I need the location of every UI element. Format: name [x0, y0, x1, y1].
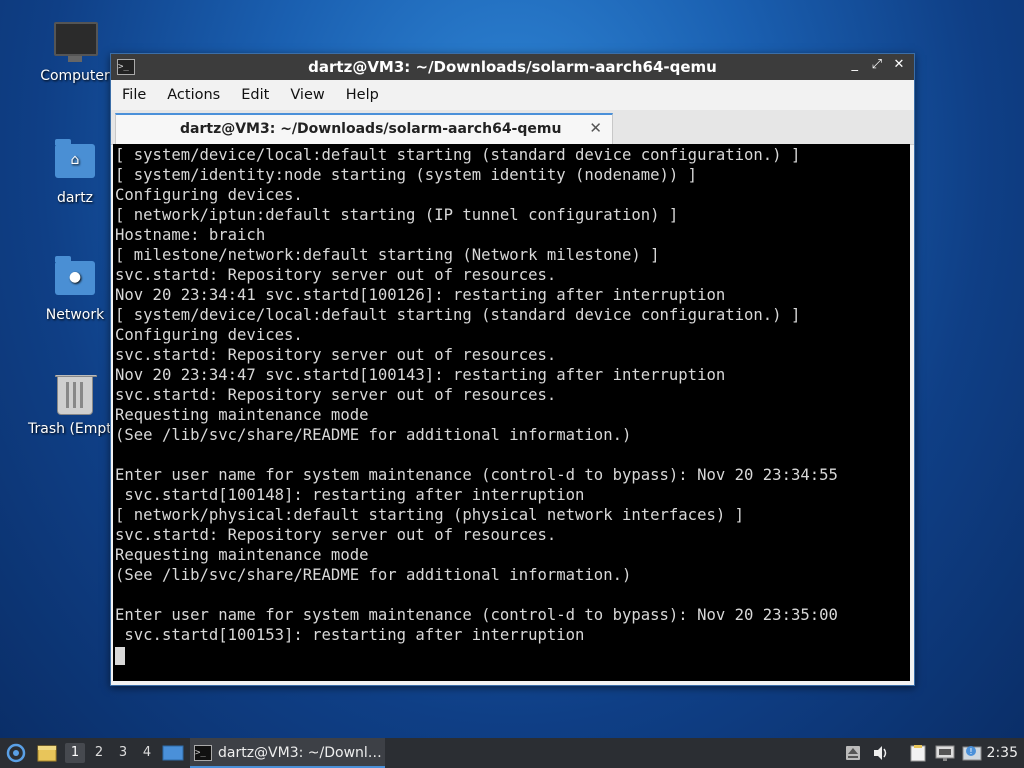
- desktop-icon-label: Computer: [40, 68, 110, 84]
- terminal-icon: >_: [194, 745, 212, 761]
- svg-text:!: !: [969, 747, 972, 756]
- close-button[interactable]: ✕: [890, 57, 908, 72]
- menu-help[interactable]: Help: [335, 80, 389, 103]
- terminal-text: [ system/device/local:default starting (…: [115, 146, 838, 644]
- text-cursor: [115, 647, 125, 665]
- workspace-4[interactable]: 4: [137, 743, 157, 763]
- workspace-3[interactable]: 3: [113, 743, 133, 763]
- workspace-2[interactable]: 2: [89, 743, 109, 763]
- show-desktop-icon[interactable]: [162, 744, 184, 762]
- menu-file[interactable]: File: [111, 80, 156, 103]
- tab-label: dartz@VM3: ~/Downloads/solarm-aarch64-qe…: [180, 121, 562, 137]
- minimize-button[interactable]: _: [846, 57, 864, 72]
- desktop-icon-network[interactable]: ● Network: [27, 256, 123, 323]
- taskbar-terminal-button[interactable]: >_ dartz@VM3: ~/Downl…: [190, 738, 385, 768]
- file-manager-icon[interactable]: [37, 744, 57, 762]
- taskbar-task-label: dartz@VM3: ~/Downl…: [218, 745, 382, 761]
- desktop-icon-computer[interactable]: Computer: [27, 22, 123, 84]
- window-titlebar[interactable]: >_ dartz@VM3: ~/Downloads/solarm-aarch64…: [111, 54, 914, 80]
- desktop-icon-home[interactable]: ⌂ dartz: [27, 139, 123, 206]
- terminal-window[interactable]: >_ dartz@VM3: ~/Downloads/solarm-aarch64…: [110, 53, 915, 686]
- clock[interactable]: 2:35: [987, 738, 1018, 768]
- volume-icon[interactable]: [872, 745, 890, 761]
- computer-icon: [54, 22, 98, 64]
- menu-view[interactable]: View: [279, 80, 334, 103]
- tab-bar: dartz@VM3: ~/Downloads/solarm-aarch64-qe…: [111, 110, 914, 145]
- desktop-icon-label: dartz: [56, 190, 94, 206]
- workspace-1[interactable]: 1: [65, 743, 85, 763]
- maximize-button[interactable]: ⤢: [868, 57, 886, 72]
- tab-close-icon[interactable]: ✕: [589, 119, 602, 137]
- clipboard-icon[interactable]: [908, 744, 928, 762]
- window-title: dartz@VM3: ~/Downloads/solarm-aarch64-qe…: [308, 58, 717, 76]
- trash-icon: [54, 375, 97, 417]
- tab-terminal[interactable]: dartz@VM3: ~/Downloads/solarm-aarch64-qe…: [115, 113, 613, 145]
- start-menu-icon[interactable]: [5, 743, 27, 763]
- terminal-output[interactable]: [ system/device/local:default starting (…: [113, 144, 910, 681]
- menu-actions[interactable]: Actions: [156, 80, 230, 103]
- eject-icon[interactable]: [845, 745, 861, 761]
- home-folder-icon: ⌂: [54, 139, 96, 186]
- update-notifier-icon[interactable]: !: [962, 744, 982, 762]
- taskbar: 1 2 3 4 >_ dartz@VM3: ~/Downl… ! 2:35: [0, 738, 1024, 768]
- network-icon[interactable]: [935, 744, 955, 762]
- desktop-icon-label: Network: [45, 307, 105, 323]
- network-folder-icon: ●: [54, 256, 96, 303]
- menu-bar: File Actions Edit View Help: [111, 80, 914, 110]
- menu-edit[interactable]: Edit: [230, 80, 279, 103]
